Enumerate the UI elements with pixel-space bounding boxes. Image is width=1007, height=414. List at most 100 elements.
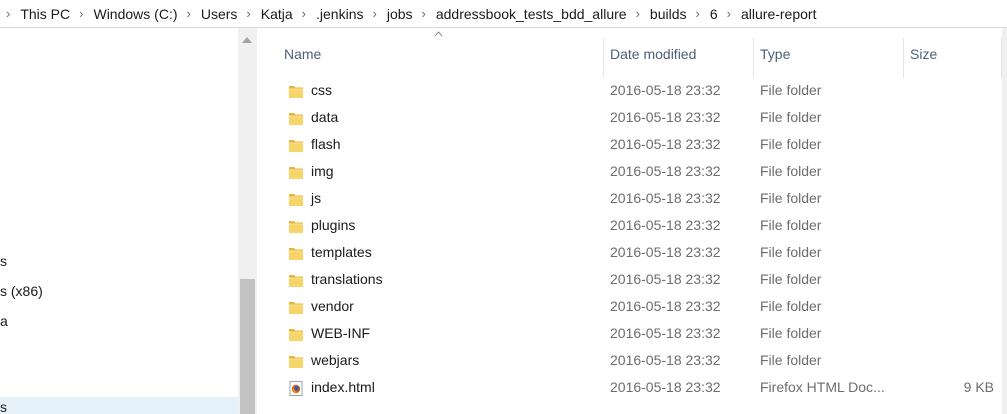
folder-icon <box>288 219 304 234</box>
file-name: templates <box>311 244 372 260</box>
file-date-modified: 2016-05-18 23:32 <box>610 190 721 206</box>
breadcrumb-label: Windows (C:) <box>93 5 178 22</box>
chevron-right-icon[interactable]: › <box>627 6 650 21</box>
breadcrumb-item[interactable]: › builds <box>627 0 687 27</box>
file-date-modified: 2016-05-18 23:32 <box>610 379 721 395</box>
breadcrumb-label: Users <box>200 5 238 22</box>
breadcrumb-label: .jenkins <box>316 5 364 22</box>
nav-selection-highlight <box>0 397 238 414</box>
file-date-modified: 2016-05-18 23:32 <box>610 163 721 179</box>
file-type: File folder <box>760 298 822 314</box>
file-type: Firefox HTML Doc... <box>760 379 885 395</box>
file-row[interactable]: js 2016-05-18 23:32 File folder <box>277 186 1002 213</box>
firefox-document-icon <box>288 381 304 396</box>
breadcrumb-label: allure-report <box>740 5 817 22</box>
chevron-right-icon[interactable]: › <box>718 6 741 21</box>
chevron-right-icon[interactable]: › <box>0 6 20 21</box>
chevron-right-icon[interactable]: › <box>687 6 710 21</box>
breadcrumb-item[interactable]: › Windows (C:) <box>70 0 178 27</box>
column-divider[interactable] <box>753 38 754 78</box>
file-row[interactable]: templates 2016-05-18 23:32 File folder <box>277 240 1002 267</box>
breadcrumb-label: builds <box>649 5 687 22</box>
folder-icon <box>288 300 304 315</box>
file-date-modified: 2016-05-18 23:32 <box>610 352 721 368</box>
nav-pane-scrollbar[interactable] <box>238 28 257 414</box>
chevron-right-icon[interactable]: › <box>70 6 93 21</box>
folder-icon <box>288 165 304 180</box>
nav-item[interactable]: s <box>0 253 7 269</box>
file-date-modified: 2016-05-18 23:32 <box>610 298 721 314</box>
nav-item[interactable]: a <box>0 313 8 329</box>
file-row[interactable]: WEB-INF 2016-05-18 23:32 File folder <box>277 321 1002 348</box>
file-type: File folder <box>760 271 822 287</box>
file-date-modified: 2016-05-18 23:32 <box>610 217 721 233</box>
file-row[interactable]: webjars 2016-05-18 23:32 File folder <box>277 348 1002 375</box>
breadcrumb-label: jobs <box>386 5 413 22</box>
file-row[interactable]: css 2016-05-18 23:32 File folder <box>277 78 1002 105</box>
file-row[interactable]: index.html 2016-05-18 23:32 Firefox HTML D… <box>277 375 1002 402</box>
column-header-size[interactable]: Size <box>910 44 937 64</box>
breadcrumb-item[interactable]: › allure-report <box>718 0 817 27</box>
file-type: File folder <box>760 217 822 233</box>
file-row[interactable]: vendor 2016-05-18 23:32 File folder <box>277 294 1002 321</box>
breadcrumb-item[interactable]: › This PC <box>0 0 71 27</box>
chevron-right-icon[interactable]: › <box>178 6 201 21</box>
file-row[interactable]: img 2016-05-18 23:32 File folder <box>277 159 1002 186</box>
breadcrumb-item[interactable]: › jobs <box>363 0 413 27</box>
file-name: data <box>311 109 339 125</box>
file-list: Name Date modified Type Size css 2016-05-… <box>257 28 1007 414</box>
chevron-right-icon[interactable]: › <box>363 6 386 21</box>
file-date-modified: 2016-05-18 23:32 <box>610 82 721 98</box>
file-type: File folder <box>760 136 822 152</box>
file-name: js <box>311 190 322 206</box>
column-header-name[interactable]: Name <box>284 44 321 64</box>
file-list-scrollbar[interactable] <box>1002 28 1007 414</box>
scrollbar-thumb[interactable] <box>240 279 255 414</box>
address-bar[interactable]: › This PC › Windows (C:) › Users › Katja › .jenki… <box>0 0 1007 28</box>
folder-icon <box>288 354 304 369</box>
file-type: File folder <box>760 109 822 125</box>
file-type: File folder <box>760 325 822 341</box>
file-row[interactable]: data 2016-05-18 23:32 File folder <box>277 105 1002 132</box>
file-size: 9 KB <box>963 379 994 395</box>
chevron-right-icon[interactable]: › <box>293 6 316 21</box>
file-row[interactable]: plugins 2016-05-18 23:32 File folder <box>277 213 1002 240</box>
folder-icon <box>288 138 304 153</box>
file-date-modified: 2016-05-18 23:32 <box>610 271 721 287</box>
file-name: vendor <box>311 298 354 314</box>
column-header-type[interactable]: Type <box>760 44 790 64</box>
file-name: flash <box>311 136 341 152</box>
file-row[interactable]: translations 2016-05-18 23:32 File folder <box>277 267 1002 294</box>
file-date-modified: 2016-05-18 23:32 <box>610 244 721 260</box>
breadcrumb-item[interactable]: › 6 <box>687 0 718 27</box>
file-date-modified: 2016-05-18 23:32 <box>610 136 721 152</box>
breadcrumb-label: Katja <box>260 5 293 22</box>
column-divider[interactable] <box>903 38 904 78</box>
breadcrumb-item[interactable]: › addressbook_tests_bdd_allure <box>413 0 627 27</box>
breadcrumb-item[interactable]: › .jenkins <box>293 0 364 27</box>
file-name: img <box>311 163 334 179</box>
file-type: File folder <box>760 244 822 260</box>
column-header-row: Name Date modified Type Size <box>257 28 1007 80</box>
chevron-right-icon[interactable]: › <box>413 6 436 21</box>
breadcrumb-label: This PC <box>20 5 71 22</box>
column-header-date-modified[interactable]: Date modified <box>610 44 696 64</box>
file-name: translations <box>311 271 383 287</box>
breadcrumb-label: 6 <box>709 5 718 22</box>
scroll-up-arrow-icon[interactable] <box>242 37 252 43</box>
file-name: plugins <box>311 217 356 233</box>
file-row[interactable]: flash 2016-05-18 23:32 File folder <box>277 132 1002 159</box>
file-name: css <box>311 82 332 98</box>
chevron-right-icon[interactable]: › <box>237 6 260 21</box>
nav-item[interactable]: s <box>0 399 7 414</box>
file-name: WEB-INF <box>311 325 371 341</box>
file-type: File folder <box>760 82 822 98</box>
breadcrumb-item[interactable]: › Katja <box>237 0 293 27</box>
column-divider[interactable] <box>603 38 604 78</box>
breadcrumb-item[interactable]: › Users <box>178 0 238 27</box>
nav-item[interactable]: s (x86) <box>0 283 43 299</box>
folder-icon <box>288 327 304 342</box>
folder-icon <box>288 246 304 261</box>
file-date-modified: 2016-05-18 23:32 <box>610 109 721 125</box>
file-name: index.html <box>311 379 375 395</box>
